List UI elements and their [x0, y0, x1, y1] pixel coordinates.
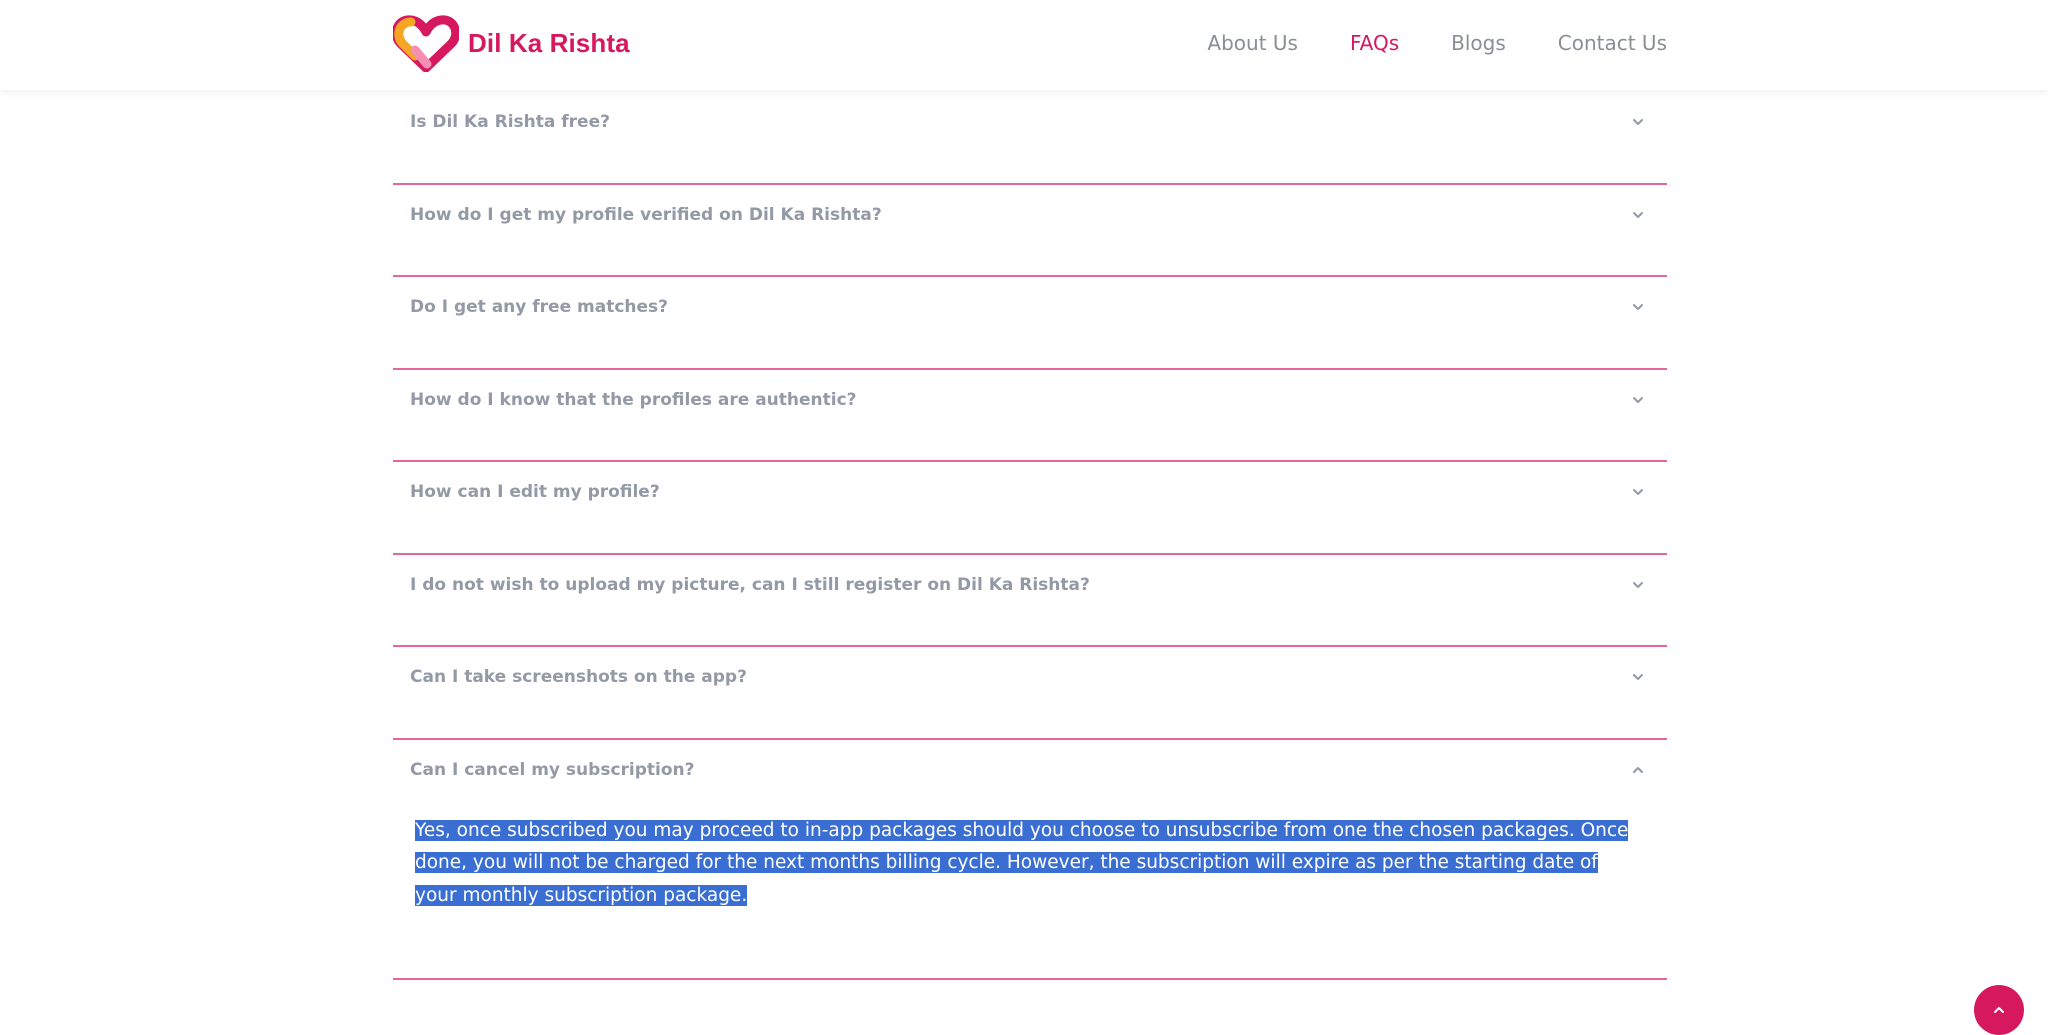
scroll-to-top-button[interactable]	[1974, 985, 2024, 1035]
chevron-down-icon[interactable]	[1631, 393, 1645, 407]
chevron-down-icon[interactable]	[1631, 300, 1645, 314]
chevron-down-icon[interactable]	[1631, 578, 1645, 592]
chevron-down-icon[interactable]	[1631, 115, 1645, 129]
faq-item[interactable]: Can I take screenshots on the app?	[393, 647, 1667, 740]
faq-question[interactable]: Do I get any free matches?	[410, 287, 668, 327]
faq-answer: Yes, once subscribed you may proceed to …	[415, 815, 1643, 913]
faq-item[interactable]: I do not wish to upload my picture, can …	[393, 555, 1667, 647]
faq-item[interactable]: Is Dil Ka Rishta free?	[393, 92, 1667, 185]
faq-question[interactable]: Is Dil Ka Rishta free?	[410, 102, 610, 142]
nav-faqs[interactable]: FAQs	[1350, 31, 1399, 55]
heart-logo-icon	[393, 14, 459, 72]
chevron-down-icon[interactable]	[1631, 208, 1645, 222]
faq-question[interactable]: How do I get my profile verified on Dil …	[410, 195, 882, 235]
nav-contact-us[interactable]: Contact Us	[1558, 31, 1667, 55]
site-header: Dil Ka Rishta About Us FAQs Blogs Contac…	[0, 0, 2048, 90]
faq-item[interactable]: How can I edit my profile?	[393, 462, 1667, 555]
nav-about-us[interactable]: About Us	[1207, 31, 1298, 55]
brand-logo-link[interactable]: Dil Ka Rishta	[393, 14, 630, 72]
faq-question[interactable]: Can I take screenshots on the app?	[410, 657, 747, 697]
chevron-up-icon[interactable]	[1631, 763, 1645, 777]
main-nav: About Us FAQs Blogs Contact Us	[1155, 0, 1667, 86]
faq-list: Is Dil Ka Rishta free? How do I get my p…	[393, 92, 1667, 980]
chevron-down-icon[interactable]	[1631, 670, 1645, 684]
faq-question[interactable]: I do not wish to upload my picture, can …	[410, 565, 1090, 605]
faq-question[interactable]: How can I edit my profile?	[410, 472, 660, 512]
faq-question[interactable]: Can I cancel my subscription?	[410, 750, 695, 790]
faq-item[interactable]: Do I get any free matches?	[393, 277, 1667, 370]
brand-name: Dil Ka Rishta	[468, 27, 630, 58]
nav-blogs[interactable]: Blogs	[1451, 31, 1506, 55]
chevron-down-icon[interactable]	[1631, 485, 1645, 499]
faq-item-expanded[interactable]: Can I cancel my subscription? Yes, once …	[393, 740, 1667, 980]
faq-question[interactable]: How do I know that the profiles are auth…	[410, 380, 857, 420]
faq-item[interactable]: How do I know that the profiles are auth…	[393, 370, 1667, 462]
faq-answer-text: Yes, once subscribed you may proceed to …	[415, 819, 1629, 906]
chevron-up-icon	[1994, 1007, 2004, 1013]
faq-item[interactable]: How do I get my profile verified on Dil …	[393, 185, 1667, 277]
